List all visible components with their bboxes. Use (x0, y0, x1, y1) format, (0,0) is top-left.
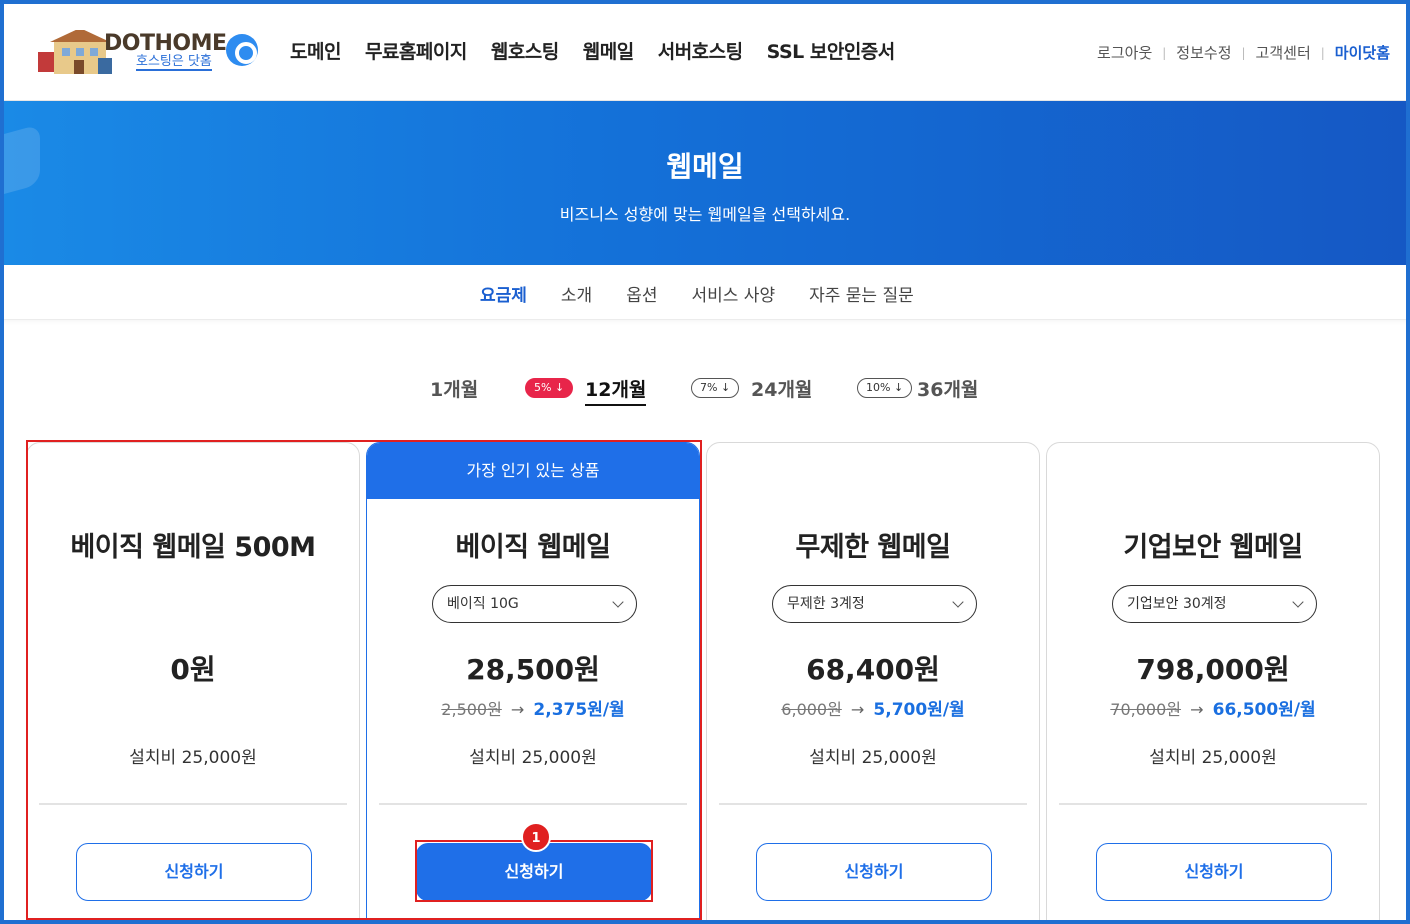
setup-fee: 설치비 25,000원 (809, 748, 937, 768)
discount-badge: 5% ↓ (525, 378, 574, 398)
discount-badge: 7% ↓ (691, 378, 740, 398)
tab-intro[interactable]: 소개 (561, 281, 592, 306)
plan-card-enterprise: 기업보안 웹메일 기업보안 30계정 798,000원 70,000원 → 66… (1046, 442, 1380, 924)
nav-domain[interactable]: 도메인 (290, 37, 341, 64)
arrow-right-icon: → (510, 700, 525, 719)
site-header: DOTHOME 호스팅은 닷홈 도메인 무료홈페이지 웹호스팅 웹메일 서버호스… (0, 0, 1410, 101)
logout-link[interactable]: 로그아웃 (1097, 42, 1152, 63)
divider (1059, 803, 1367, 805)
nav-ssl[interactable]: SSL 보안인증서 (767, 37, 896, 64)
select-value: 무제한 3계정 (787, 596, 865, 612)
chevron-down-icon (612, 596, 624, 608)
plan-price: 0원 (170, 653, 216, 686)
discounted-price: 66,500원/월 (1212, 700, 1316, 720)
nav-server-hosting[interactable]: 서버호스팅 (658, 37, 743, 64)
tab-specs[interactable]: 서비스 사양 (691, 281, 775, 306)
dothome-logo[interactable]: DOTHOME 호스팅은 닷홈 (24, 20, 262, 80)
setup-fee: 설치비 25,000원 (1149, 748, 1277, 768)
page-subtitle: 비즈니스 성향에 맞는 웹메일을 선택하세요. (559, 205, 851, 224)
annotation-marker: 1 (521, 822, 551, 852)
plan-price: 28,500원 (466, 653, 600, 686)
plan-option-select[interactable]: 무제한 3계정 (772, 585, 977, 623)
monthly-price: 70,000원 → 66,500원/월 (1047, 695, 1379, 720)
popular-banner: 가장 인기 있는 상품 (367, 443, 699, 499)
plan-title: 베이직 웹메일 500M (70, 532, 316, 563)
plan-title: 무제한 웹메일 (795, 532, 951, 563)
monthly-price: 6,000원 → 5,700원/월 (707, 695, 1039, 720)
tab-faq[interactable]: 자주 묻는 질문 (809, 281, 914, 306)
arrow-right-icon: → (1190, 700, 1204, 719)
section-tabs: 요금제 소개 옵션 서비스 사양 자주 묻는 질문 (0, 265, 1410, 320)
setup-fee: 설치비 25,000원 (129, 748, 257, 768)
plan-price: 798,000원 (1136, 653, 1290, 686)
discounted-price: 5,700원/월 (873, 700, 965, 720)
setup-fee: 설치비 25,000원 (469, 748, 597, 768)
period-36-months[interactable]: 36개월 (917, 375, 978, 402)
nav-free-homepage[interactable]: 무료홈페이지 (365, 37, 467, 64)
apply-button[interactable]: 신청하기 (1096, 843, 1332, 901)
my-dothome-link[interactable]: 마이닷홈 (1335, 42, 1390, 63)
tab-options[interactable]: 옵션 (626, 281, 657, 306)
page-title: 웹메일 (666, 150, 744, 183)
nav-web-hosting[interactable]: 웹호스팅 (491, 37, 559, 64)
plan-card-basic-500m: 베이직 웹메일 500M 0원 설치비 25,000원 신청하기 (26, 442, 360, 924)
logo-wordmark: DOTHOME (104, 31, 227, 56)
plan-title: 기업보안 웹메일 (1123, 532, 1303, 563)
main-nav: 도메인 무료홈페이지 웹호스팅 웹메일 서버호스팅 SSL 보안인증서 (290, 37, 895, 64)
plan-option-select[interactable]: 베이직 10G (432, 585, 637, 623)
original-price: 2,500원 (441, 700, 502, 719)
d-logo-icon (226, 34, 258, 66)
monthly-price: 2,500원 → 2,375원/월 (367, 695, 699, 720)
original-price: 70,000원 (1110, 700, 1182, 719)
util-divider: | (1162, 45, 1167, 60)
period-24-months[interactable]: 24개월 (751, 375, 812, 402)
util-divider: | (1241, 45, 1246, 60)
select-value: 베이직 10G (447, 596, 519, 612)
apply-button[interactable]: 신청하기 (76, 843, 312, 901)
apply-button[interactable]: 신청하기 (756, 843, 992, 901)
edit-info-link[interactable]: 정보수정 (1176, 42, 1231, 63)
divider (39, 803, 347, 805)
hero-banner: 웹메일 비즈니스 성향에 맞는 웹메일을 선택하세요. (0, 101, 1410, 265)
chevron-down-icon (952, 596, 964, 608)
logo-tagline: 호스팅은 닷홈 (136, 54, 212, 71)
support-link[interactable]: 고객센터 (1256, 42, 1311, 63)
plan-title: 베이직 웹메일 (455, 532, 611, 563)
nav-webmail[interactable]: 웹메일 (583, 37, 634, 64)
divider (719, 803, 1027, 805)
util-divider: | (1320, 45, 1325, 60)
period-1-month[interactable]: 1개월 (430, 375, 478, 402)
utility-links: 로그아웃 | 정보수정 | 고객센터 | 마이닷홈 (1097, 42, 1390, 63)
arrow-right-icon: → (850, 700, 865, 719)
discounted-price: 2,375원/월 (533, 700, 625, 720)
divider (379, 803, 687, 805)
plan-card-unlimited: 무제한 웹메일 무제한 3계정 68,400원 6,000원 → 5,700원/… (706, 442, 1040, 924)
plan-option-select[interactable]: 기업보안 30계정 (1112, 585, 1317, 623)
chevron-down-icon (1292, 596, 1304, 608)
select-value: 기업보안 30계정 (1127, 596, 1227, 612)
plan-price: 68,400원 (806, 653, 940, 686)
tab-pricing[interactable]: 요금제 (480, 281, 527, 306)
period-12-months[interactable]: 12개월 (585, 375, 647, 406)
original-price: 6,000원 (781, 700, 842, 719)
discount-badge: 10% ↓ (857, 378, 913, 398)
